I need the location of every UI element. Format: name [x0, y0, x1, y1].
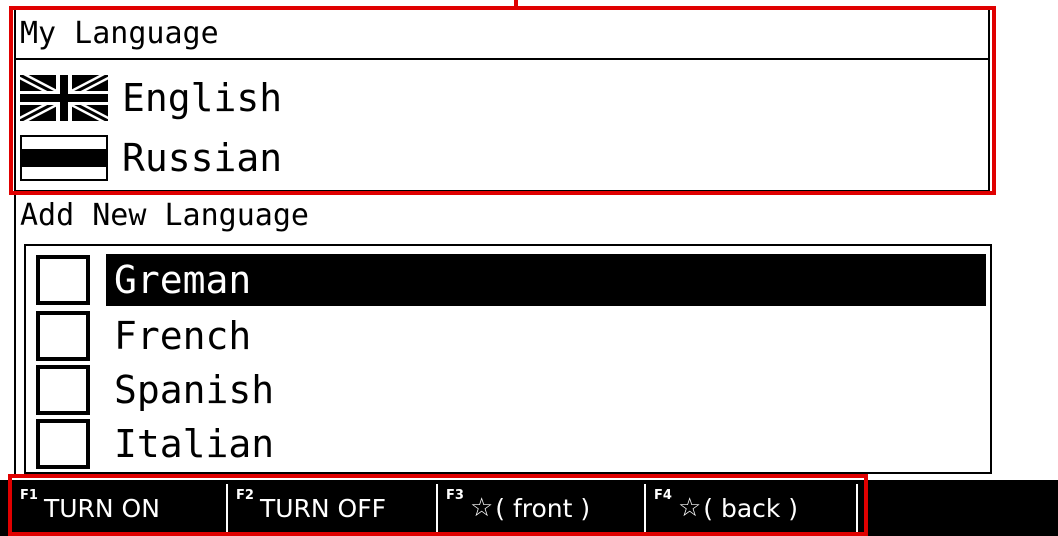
language-checkbox[interactable] [36, 311, 90, 361]
language-label: Italian [114, 422, 275, 466]
language-label: Spanish [114, 368, 275, 412]
language-label: French [114, 314, 252, 358]
divider [14, 192, 16, 474]
language-label: Greman [106, 254, 986, 306]
highlight-box-function-keys [8, 474, 868, 536]
add-language-item-italian[interactable]: Italian [36, 416, 986, 472]
add-language-item-greman[interactable]: Greman [36, 252, 986, 308]
language-checkbox[interactable] [36, 419, 90, 469]
add-language-item-spanish[interactable]: Spanish [36, 362, 986, 418]
language-checkbox[interactable] [36, 255, 90, 305]
language-checkbox[interactable] [36, 365, 90, 415]
add-language-item-french[interactable]: French [36, 308, 986, 364]
highlight-box-my-language [9, 6, 996, 195]
add-new-language-title: Add New Language [20, 198, 309, 233]
